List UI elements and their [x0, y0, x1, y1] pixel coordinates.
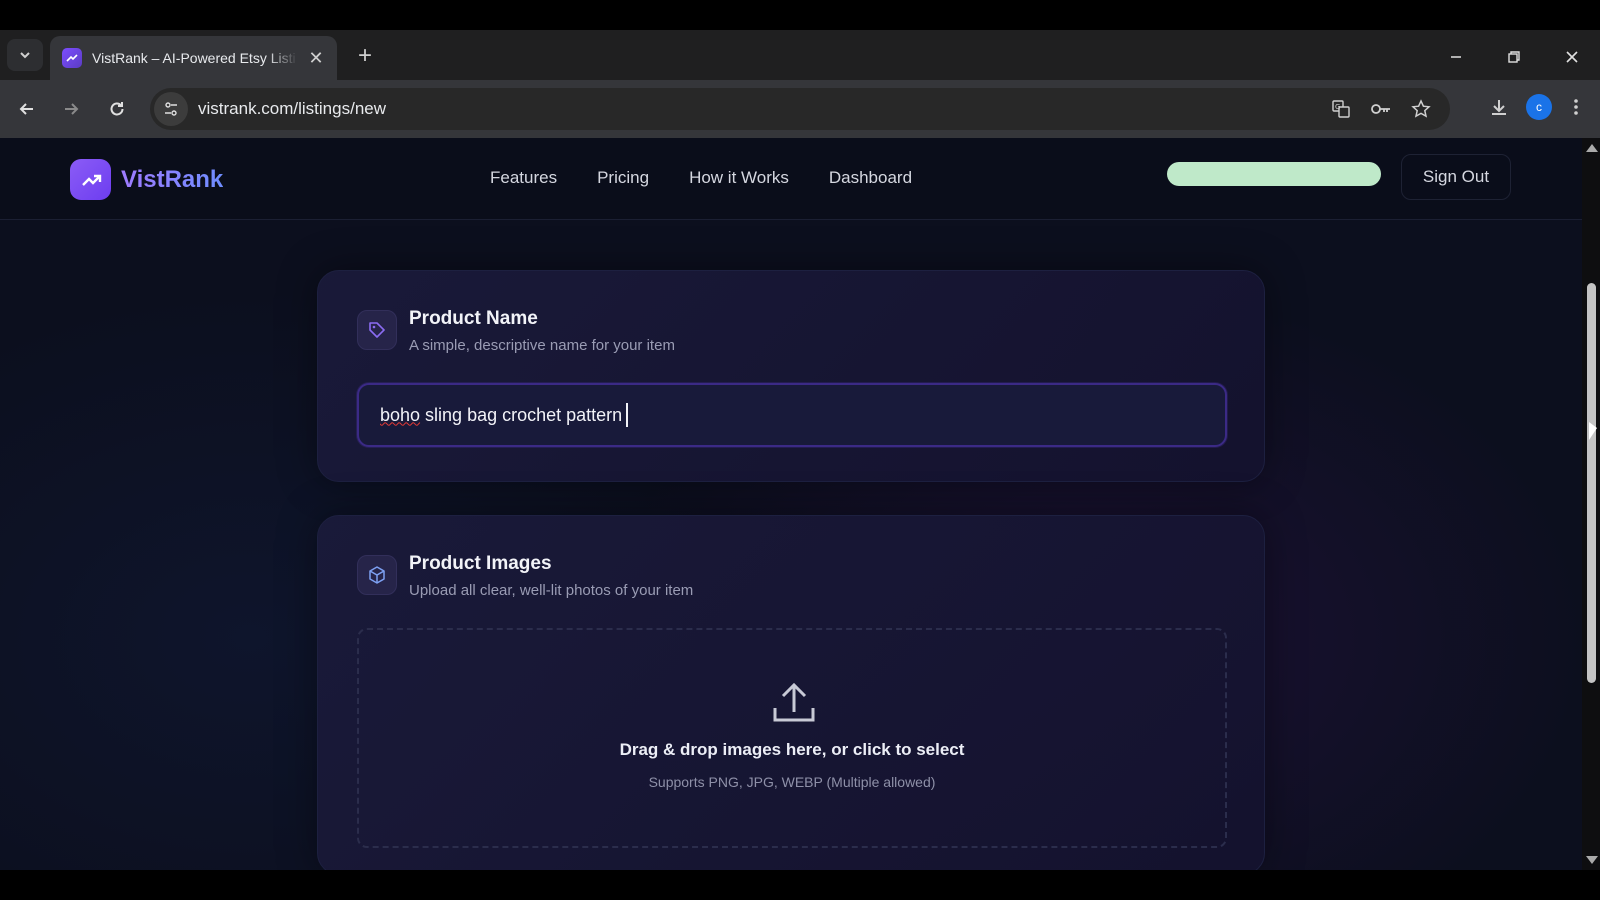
browser-toolbar: vistrank.com/listings/new G c [0, 80, 1600, 138]
back-icon[interactable] [12, 94, 42, 124]
profile-avatar[interactable]: c [1526, 94, 1552, 120]
product-name-input[interactable]: boho sling bag crochet pattern [357, 383, 1227, 447]
tag-icon [357, 310, 397, 350]
upload-icon [773, 682, 815, 722]
dropzone-title: Drag & drop images here, or click to sel… [619, 740, 965, 759]
brand-logo[interactable]: VistRank [70, 159, 223, 200]
product-name-title: Product Name [409, 308, 538, 329]
minimize-icon[interactable] [1436, 42, 1476, 72]
download-icon[interactable] [1484, 92, 1514, 122]
password-key-icon[interactable] [1366, 94, 1396, 124]
more-vert-icon[interactable] [1564, 92, 1588, 122]
page-viewport: VistRank Features Pricing How it Works D… [0, 138, 1582, 870]
toolbar-right: c [1484, 92, 1588, 122]
cube-icon [357, 555, 397, 595]
close-icon[interactable]: ✕ [306, 48, 326, 69]
trending-up-icon [70, 159, 111, 200]
page-scrollbar[interactable] [1582, 138, 1600, 870]
chevron-down-icon [20, 52, 30, 59]
url-text: vistrank.com/listings/new [198, 99, 387, 118]
nav-link-how-it-works[interactable]: How it Works [689, 168, 789, 188]
text-caret [626, 403, 629, 427]
product-images-subtitle: Upload all clear, well-lit photos of you… [409, 582, 694, 599]
brand-name: VistRank [121, 165, 224, 193]
scroll-down-icon[interactable] [1586, 856, 1598, 864]
mouse-cursor [1589, 422, 1597, 440]
sign-out-button[interactable]: Sign Out [1401, 154, 1511, 200]
svg-text:G: G [1335, 103, 1340, 111]
product-images-card: Product Images Upload all clear, well-li… [317, 515, 1265, 870]
address-bar[interactable]: vistrank.com/listings/new G [150, 88, 1450, 130]
main-menu: Features Pricing How it Works Dashboard [490, 168, 952, 188]
plus-icon[interactable]: + [350, 42, 380, 72]
tab-strip: VistRank – AI-Powered Etsy Listi ✕ + [0, 30, 1600, 80]
top-black-bar [0, 0, 1600, 30]
window-close-icon[interactable] [1552, 42, 1592, 72]
reload-icon[interactable] [102, 94, 132, 124]
nav-link-dashboard[interactable]: Dashboard [829, 168, 912, 188]
active-tab[interactable]: VistRank – AI-Powered Etsy Listi ✕ [50, 36, 337, 80]
forward-icon[interactable] [56, 94, 86, 124]
input-value: sling bag crochet pattern [420, 404, 623, 425]
star-icon[interactable] [1406, 94, 1436, 124]
scrollbar-thumb[interactable] [1587, 283, 1596, 683]
translate-icon[interactable]: G [1326, 94, 1356, 124]
dropzone-subtitle: Supports PNG, JPG, WEBP (Multiple allowe… [648, 774, 936, 790]
image-dropzone[interactable]: Drag & drop images here, or click to sel… [357, 628, 1227, 848]
product-name-subtitle: A simple, descriptive name for your item [409, 337, 675, 354]
site-header: VistRank Features Pricing How it Works D… [0, 138, 1582, 220]
favicon-icon [62, 48, 82, 68]
browser-chrome: VistRank – AI-Powered Etsy Listi ✕ + vis… [0, 30, 1600, 138]
product-images-title: Product Images [409, 553, 552, 574]
site-info-icon[interactable] [154, 92, 188, 126]
tab-search-button[interactable] [7, 39, 43, 71]
restore-icon[interactable] [1494, 42, 1534, 72]
omnibox-actions: G [1326, 94, 1436, 124]
scroll-up-icon[interactable] [1586, 144, 1598, 152]
nav-link-features[interactable]: Features [490, 168, 557, 188]
misspelled-word: boho [380, 404, 421, 425]
nav-link-pricing[interactable]: Pricing [597, 168, 649, 188]
redacted-user-pill [1167, 162, 1381, 186]
tab-title: VistRank – AI-Powered Etsy Listi [92, 50, 296, 66]
bottom-black-bar [0, 870, 1600, 900]
product-name-card: Product Name A simple, descriptive name … [317, 270, 1265, 482]
